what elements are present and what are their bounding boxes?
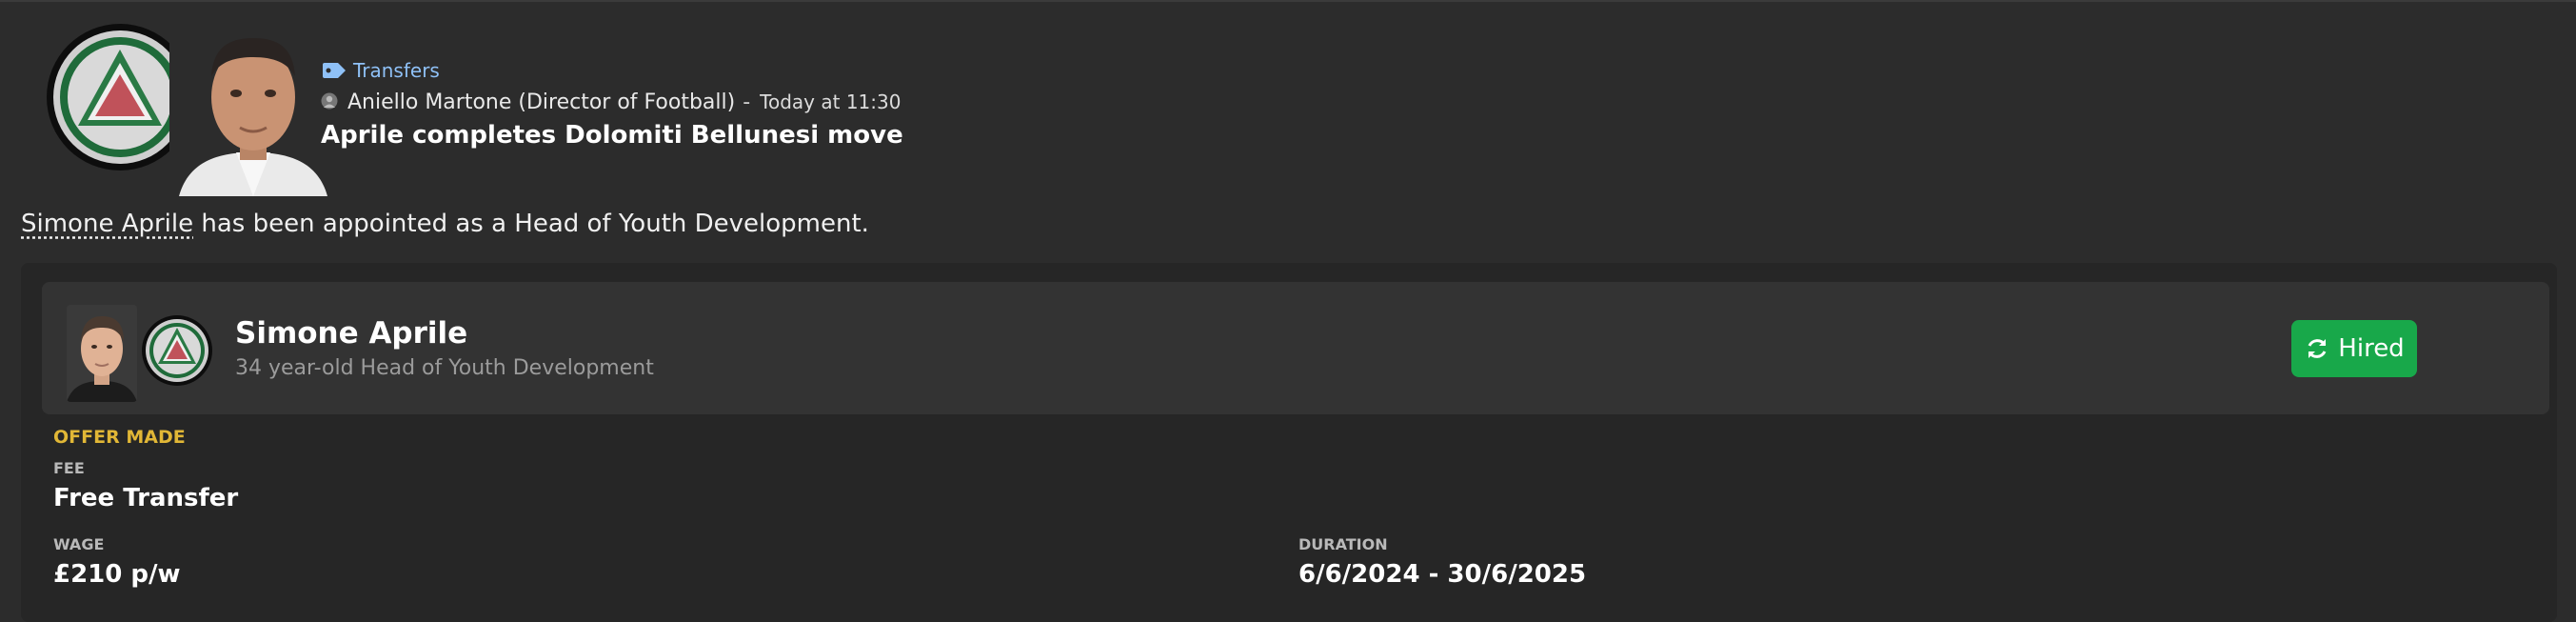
hired-status-button[interactable]: Hired <box>2291 320 2417 377</box>
offer-title: OFFER MADE <box>53 427 186 448</box>
news-body-text: has been appointed as a Head of Youth De… <box>193 210 869 238</box>
sender-name[interactable]: Aniello Martone (Director of Football) <box>347 90 735 114</box>
staff-name-link[interactable]: Simone Aprile <box>21 210 193 238</box>
timestamp: Today at 11:30 <box>760 90 902 113</box>
person-icon <box>321 92 338 110</box>
tag-icon <box>323 63 346 78</box>
staff-portrait <box>67 305 137 402</box>
duration-value: 6/6/2024 - 30/6/2025 <box>1298 560 1587 589</box>
news-body: Simone Aprile has been appointed as a He… <box>21 210 869 238</box>
category-label[interactable]: Transfers <box>353 59 440 82</box>
staff-description: 34 year-old Head of Youth Development <box>235 356 654 380</box>
staff-name[interactable]: Simone Aprile <box>235 316 467 351</box>
club-badge-small[interactable] <box>141 314 213 387</box>
sender-photo[interactable] <box>169 10 336 196</box>
wage-label: WAGE <box>53 535 105 553</box>
top-divider <box>0 0 2576 2</box>
staff-card[interactable]: Simone Aprile 34 year-old Head of Youth … <box>42 282 2549 414</box>
sender-row: Aniello Martone (Director of Football) -… <box>321 86 903 118</box>
transfer-panel: Simone Aprile 34 year-old Head of Youth … <box>21 263 2557 622</box>
fee-label: FEE <box>53 459 85 477</box>
category-link[interactable]: Transfers <box>321 57 903 84</box>
sender-portrait <box>169 10 336 196</box>
wage-value: £210 p/w <box>53 560 181 589</box>
staff-photo[interactable] <box>67 305 137 402</box>
fee-value: Free Transfer <box>53 484 239 512</box>
news-header: Transfers Aniello Martone (Director of F… <box>46 10 1188 196</box>
refresh-icon <box>2308 339 2327 358</box>
separator: - <box>743 90 751 114</box>
hired-label: Hired <box>2338 334 2405 363</box>
news-headline: Aprile completes Dolomiti Bellunesi move <box>321 121 903 150</box>
duration-label: DURATION <box>1298 535 1388 553</box>
news-meta: Transfers Aniello Martone (Director of F… <box>321 57 903 152</box>
